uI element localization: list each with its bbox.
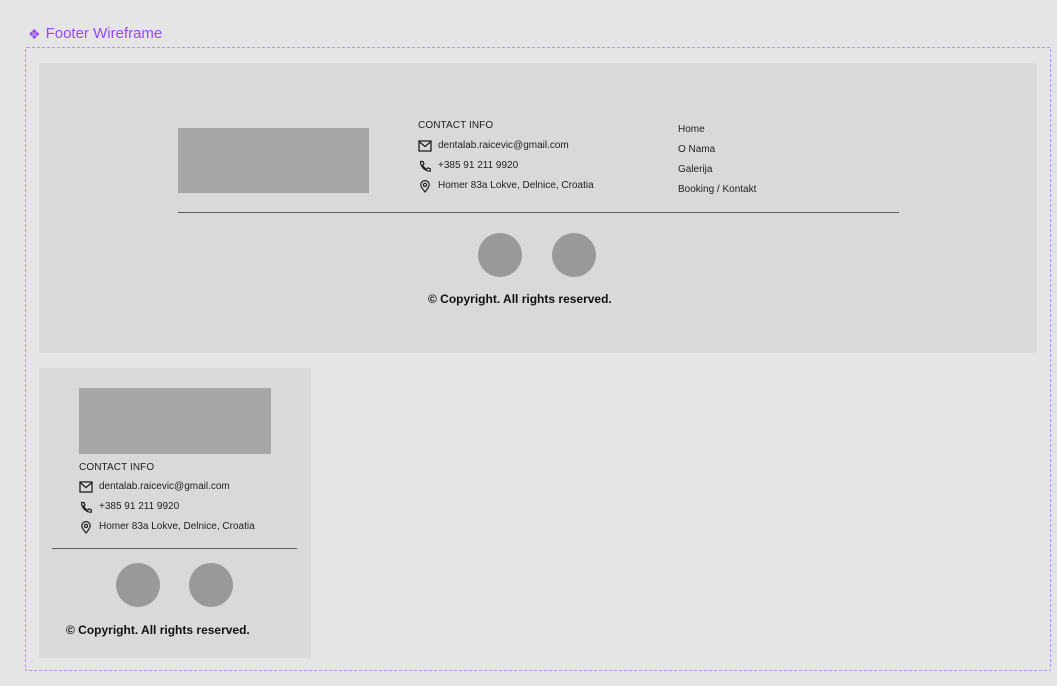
contact-info-title: CONTACT INFO bbox=[79, 462, 155, 473]
footer-mobile[interactable]: CONTACT INFO dentalab.raicevic@gmail.com… bbox=[39, 368, 311, 658]
contact-phone-row[interactable]: +385 91 211 9920 bbox=[418, 156, 594, 176]
location-pin-icon bbox=[81, 520, 91, 534]
mail-icon bbox=[79, 481, 93, 493]
nav-link-home[interactable]: Home bbox=[678, 120, 756, 140]
contact-address: Homer 83a Lokve, Delnice, Croatia bbox=[99, 521, 255, 532]
component-icon: ❖ bbox=[28, 26, 41, 42]
contact-phone: +385 91 211 9920 bbox=[438, 160, 519, 171]
phone-icon bbox=[80, 501, 92, 513]
copyright-text: © Copyright. All rights reserved. bbox=[66, 623, 250, 637]
contact-info: CONTACT INFO dentalab.raicevic@gmail.com… bbox=[418, 119, 594, 196]
contact-phone: +385 91 211 9920 bbox=[99, 501, 180, 512]
design-canvas: ❖ Footer Wireframe CONTACT INFO dentalab… bbox=[0, 0, 1057, 686]
footer-desktop[interactable]: CONTACT INFO dentalab.raicevic@gmail.com… bbox=[39, 63, 1037, 353]
contact-email-row[interactable]: dentalab.raicevic@gmail.com bbox=[79, 477, 255, 497]
contact-address-row[interactable]: Homer 83a Lokve, Delnice, Croatia bbox=[418, 176, 594, 196]
frame-title: Footer Wireframe bbox=[45, 25, 163, 42]
logo-placeholder[interactable] bbox=[79, 388, 271, 454]
location-pin-icon bbox=[420, 179, 430, 193]
footer-divider bbox=[178, 212, 899, 213]
contact-email: dentalab.raicevic@gmail.com bbox=[99, 481, 230, 492]
contact-info-title: CONTACT INFO bbox=[418, 120, 494, 131]
contact-email: dentalab.raicevic@gmail.com bbox=[438, 140, 569, 151]
footer-nav: Home O Nama Galerija Booking / Kontakt bbox=[678, 120, 756, 200]
contact-email-row[interactable]: dentalab.raicevic@gmail.com bbox=[418, 136, 594, 156]
nav-link-o-nama[interactable]: O Nama bbox=[678, 140, 756, 160]
frame-label[interactable]: ❖ Footer Wireframe bbox=[28, 24, 162, 44]
social-icon-placeholder-2[interactable] bbox=[552, 233, 596, 277]
contact-phone-row[interactable]: +385 91 211 9920 bbox=[79, 497, 255, 517]
footer-divider bbox=[52, 548, 297, 549]
copyright-text: © Copyright. All rights reserved. bbox=[428, 292, 612, 306]
contact-address: Homer 83a Lokve, Delnice, Croatia bbox=[438, 180, 594, 191]
nav-link-galerija[interactable]: Galerija bbox=[678, 160, 756, 180]
contact-info: CONTACT INFO dentalab.raicevic@gmail.com… bbox=[79, 461, 255, 537]
social-icon-placeholder-1[interactable] bbox=[478, 233, 522, 277]
social-icon-placeholder-2[interactable] bbox=[189, 563, 233, 607]
contact-address-row[interactable]: Homer 83a Lokve, Delnice, Croatia bbox=[79, 517, 255, 537]
phone-icon bbox=[419, 160, 431, 172]
nav-link-booking-kontakt[interactable]: Booking / Kontakt bbox=[678, 180, 756, 200]
logo-placeholder[interactable] bbox=[178, 128, 369, 193]
social-icon-placeholder-1[interactable] bbox=[116, 563, 160, 607]
mail-icon bbox=[418, 140, 432, 152]
